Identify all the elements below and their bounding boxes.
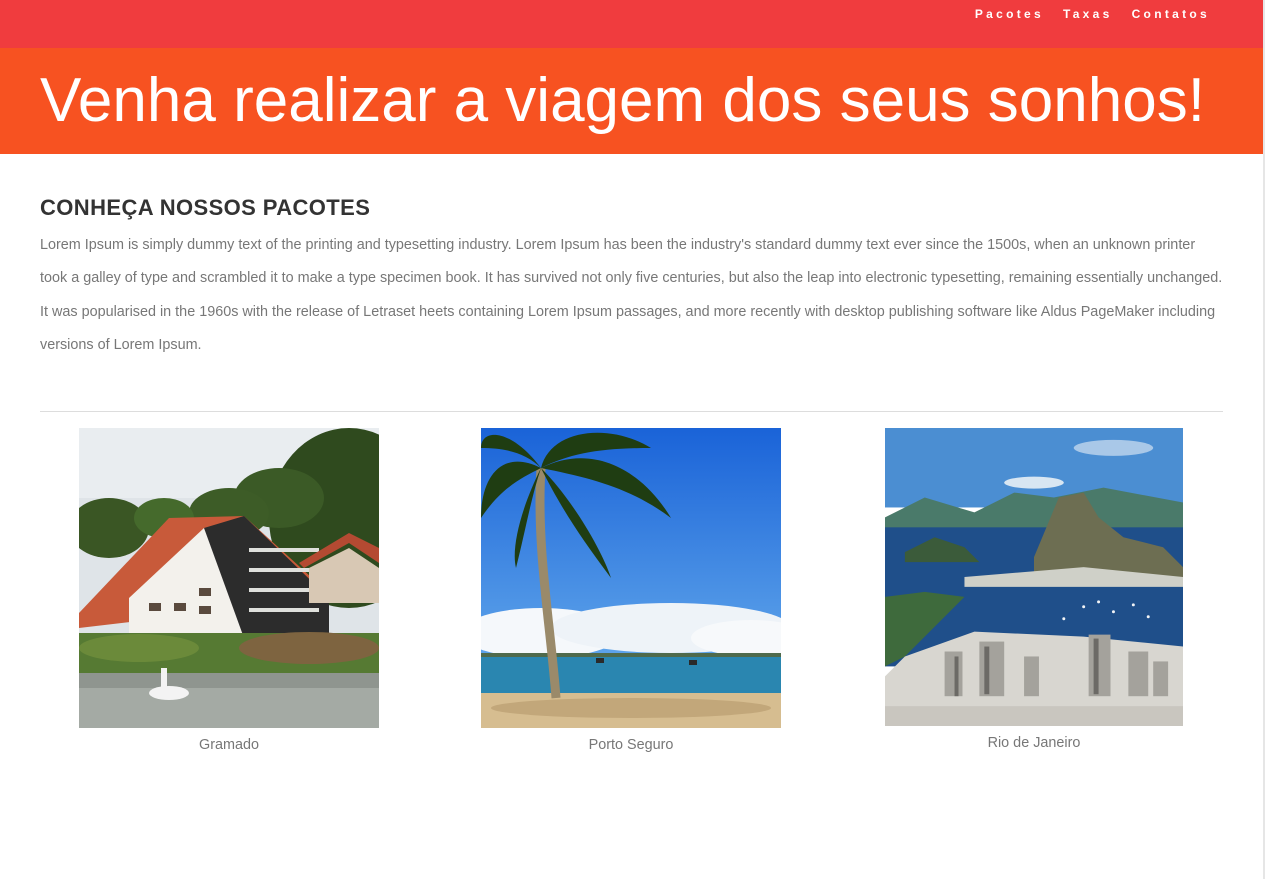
hotel-by-lake-photo (79, 428, 379, 728)
section-divider (40, 411, 1223, 412)
palm-tree-beach-photo (481, 428, 781, 728)
package-card-porto-seguro[interactable]: Porto Seguro (481, 428, 781, 754)
top-navbar: Pacotes Taxas Contatos (0, 0, 1263, 48)
nav-item-pacotes[interactable]: Pacotes (975, 7, 1044, 21)
nav-item-taxas[interactable]: Taxas (1063, 7, 1113, 21)
package-card-rio-de-janeiro[interactable]: Rio de Janeiro (884, 428, 1184, 752)
hero-banner: Venha realizar a viagem dos seus sonhos! (0, 48, 1263, 154)
nav-item-contatos[interactable]: Contatos (1132, 7, 1210, 21)
hero-title: Venha realizar a viagem dos seus sonhos! (40, 66, 1205, 135)
section-heading: CONHEÇA NOSSOS PACOTES (40, 195, 371, 220)
nav-menu: Pacotes Taxas Contatos (956, 7, 1210, 21)
rio-bay-aerial-photo (885, 428, 1183, 726)
packages-intro: CONHEÇA NOSSOS PACOTES Lorem Ipsum is si… (40, 194, 1223, 363)
package-card-gramado[interactable]: Gramado (79, 428, 379, 754)
package-caption: Rio de Janeiro (987, 735, 1081, 751)
package-caption: Gramado (199, 737, 259, 753)
package-caption: Porto Seguro (588, 737, 674, 753)
intro-paragraph: Lorem Ipsum is simply dummy text of the … (40, 237, 1223, 354)
